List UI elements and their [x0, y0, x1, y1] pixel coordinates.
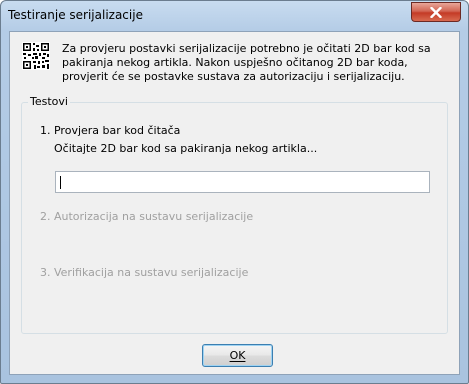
window-title: Testiranje serijalizacije: [8, 8, 143, 22]
intro-text: Za provjeru postavki serijalizacije potr…: [62, 42, 431, 83]
close-icon: [430, 6, 442, 18]
text-caret: [60, 176, 61, 189]
ok-button[interactable]: OK: [202, 344, 273, 367]
title-bar[interactable]: Testiranje serijalizacije: [1, 1, 468, 29]
step3-label: 3. Verifikacija na sustavu serijalizacij…: [40, 266, 249, 279]
qr-code-icon: [22, 42, 50, 70]
step1-instruction: Očitajte 2D bar kod sa pakiranja nekog a…: [54, 142, 318, 155]
step2-label: 2. Autorizacija na sustavu serijalizacij…: [40, 210, 254, 223]
step1-label: 1. Provjera bar kod čitača: [40, 124, 181, 137]
dialog-window: Testiranje serijalizacije Za provjeru po…: [0, 0, 469, 384]
tests-legend: Testovi: [28, 95, 70, 108]
ok-button-label: OK: [229, 349, 246, 362]
dialog-content: Za provjeru postavki serijalizacije potr…: [9, 31, 460, 375]
tests-groupbox: Testovi 1. Provjera bar kod čitača Očita…: [21, 95, 448, 334]
barcode-input[interactable]: [55, 171, 430, 193]
close-button[interactable]: [411, 2, 461, 22]
